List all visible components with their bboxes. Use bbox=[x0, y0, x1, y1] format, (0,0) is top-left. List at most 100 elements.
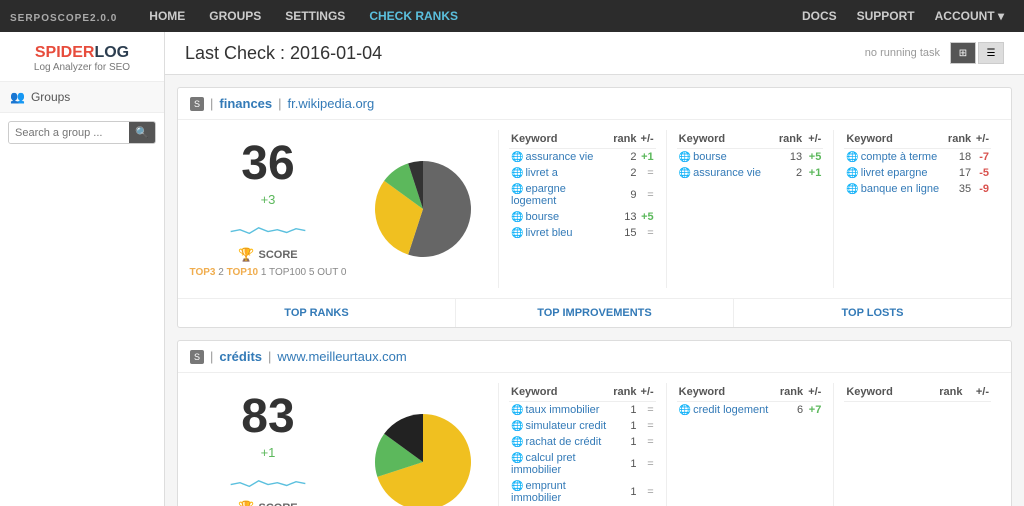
table-row: 🌐emprunt immobilier 1 = bbox=[509, 478, 656, 506]
header-right: no running task ⊞ ☰ bbox=[865, 42, 1004, 64]
nav-check-ranks[interactable]: CHECK RANKS bbox=[357, 0, 470, 32]
table-row: 🌐assurance vie 2 +1 bbox=[509, 149, 656, 166]
list-view-button[interactable]: ☰ bbox=[978, 42, 1004, 64]
nav-home[interactable]: HOME bbox=[137, 0, 197, 32]
nav-account[interactable]: ACCOUNT ▾ bbox=[925, 0, 1014, 32]
nav-support[interactable]: SUPPORT bbox=[847, 0, 925, 32]
rank-value: 15 bbox=[611, 225, 638, 241]
score-number: 83 bbox=[241, 393, 294, 441]
nav-docs[interactable]: DOCS bbox=[792, 0, 847, 32]
task-status: no running task bbox=[865, 47, 940, 59]
site-body: 83 +1 🏆 SCORE TOP3 5 TOP10 1 TOP100 0 OU… bbox=[178, 373, 1011, 506]
score-text: SCORE bbox=[259, 502, 298, 506]
kw-header2: Keyword bbox=[677, 383, 777, 402]
keyword-link[interactable]: compte à terme bbox=[861, 151, 937, 163]
keyword-link[interactable]: bourse bbox=[525, 211, 559, 223]
globe-icon: 🌐 bbox=[679, 152, 691, 163]
keyword-link[interactable]: assurance vie bbox=[525, 151, 593, 163]
delta-header2: +/- bbox=[805, 383, 823, 402]
delta-value: = bbox=[639, 225, 656, 241]
delta-value: +1 bbox=[804, 165, 823, 181]
delta-header: +/- bbox=[639, 130, 656, 149]
globe-icon: 🌐 bbox=[511, 228, 523, 239]
keyword-link[interactable]: bourse bbox=[693, 151, 727, 163]
score-text: SCORE bbox=[259, 249, 298, 261]
kw-col-losts: Keyword rank +/- bbox=[833, 383, 1001, 506]
rank-value: 1 bbox=[611, 450, 638, 478]
groups-label: Groups bbox=[31, 90, 70, 104]
rank-value: 1 bbox=[611, 434, 638, 450]
score-stats: TOP3 2 TOP10 1 TOP100 5 OUT 0 bbox=[190, 267, 347, 278]
top-losts-link[interactable]: TOP LOSTS bbox=[733, 299, 1011, 327]
improvements-table: Keyword rank +/- 🌐bourse 13 +5 🌐assuranc… bbox=[677, 130, 824, 181]
site-url[interactable]: fr.wikipedia.org bbox=[288, 96, 375, 111]
score-delta: +3 bbox=[261, 192, 276, 207]
table-row: 🌐bourse 13 +5 bbox=[677, 149, 824, 166]
right-links: DOCS SUPPORT ACCOUNT ▾ bbox=[792, 0, 1014, 32]
rank-header2: rank bbox=[776, 383, 805, 402]
delta-value: = bbox=[639, 418, 656, 434]
globe-icon: 🌐 bbox=[511, 437, 523, 448]
search-button[interactable]: 🔍 bbox=[129, 122, 155, 143]
rank-value: 13 bbox=[611, 209, 638, 225]
sidebar-logo: SPIDERLOG Log Analyzer for SEO bbox=[0, 32, 164, 82]
rank-value: 2 bbox=[611, 149, 638, 166]
table-row: 🌐epargne logement 9 = bbox=[509, 181, 656, 209]
delta-value: -7 bbox=[973, 149, 991, 166]
globe-icon: 🌐 bbox=[511, 481, 523, 492]
losts-table: Keyword rank +/- 🌐compte à terme 18 -7 🌐… bbox=[844, 130, 991, 197]
globe-icon: 🌐 bbox=[511, 152, 523, 163]
rank-value: 2 bbox=[611, 165, 638, 181]
keyword-link[interactable]: simulateur credit bbox=[525, 420, 606, 432]
grid-view-button[interactable]: ⊞ bbox=[950, 42, 976, 64]
view-toggle: ⊞ ☰ bbox=[950, 42, 1004, 64]
table-row: 🌐livret epargne 17 -5 bbox=[844, 165, 991, 181]
table-row: 🌐bourse 13 +5 bbox=[509, 209, 656, 225]
delta-value: = bbox=[639, 450, 656, 478]
kw-header2: Keyword bbox=[677, 130, 774, 149]
delta-value: +1 bbox=[639, 149, 656, 166]
losts-table: Keyword rank +/- bbox=[844, 383, 991, 402]
nav-settings[interactable]: SETTINGS bbox=[273, 0, 357, 32]
search-input[interactable] bbox=[9, 123, 129, 143]
rank-header3: rank bbox=[922, 383, 964, 402]
globe-icon: 🌐 bbox=[846, 184, 858, 195]
delta-header2: +/- bbox=[804, 130, 823, 149]
kw-header: Keyword bbox=[509, 383, 611, 402]
site-name[interactable]: finances bbox=[219, 96, 272, 111]
keyword-link[interactable]: livret epargne bbox=[861, 167, 928, 179]
site-footer: TOP RANKS TOP IMPROVEMENTS TOP LOSTS bbox=[178, 298, 1011, 327]
rank-value: 6 bbox=[776, 402, 805, 419]
kw-col-improvements: Keyword rank +/- 🌐credit logement 6 +7 bbox=[666, 383, 834, 506]
keyword-link[interactable]: assurance vie bbox=[693, 167, 761, 179]
top-ranks-link[interactable]: TOP RANKS bbox=[178, 299, 455, 327]
site-url[interactable]: www.meilleurtaux.com bbox=[277, 349, 406, 364]
keyword-link[interactable]: banque en ligne bbox=[861, 183, 939, 195]
delta-value: = bbox=[639, 165, 656, 181]
keyword-link[interactable]: livret a bbox=[525, 167, 557, 179]
nav-groups[interactable]: GROUPS bbox=[197, 0, 273, 32]
rank-header2: rank bbox=[774, 130, 805, 149]
delta-header: +/- bbox=[639, 383, 656, 402]
separator: | bbox=[210, 96, 213, 111]
site-body: 36 +3 🏆 SCORE TOP3 2 TOP10 1 TOP100 5 OU… bbox=[178, 120, 1011, 298]
top-improvements-link[interactable]: TOP IMPROVEMENTS bbox=[455, 299, 733, 327]
score-delta: +1 bbox=[261, 445, 276, 460]
delta-value: -5 bbox=[973, 165, 991, 181]
rank-value: 1 bbox=[611, 478, 638, 506]
pie-chart bbox=[358, 130, 488, 288]
keyword-link[interactable]: rachat de crédit bbox=[525, 436, 601, 448]
groups-button[interactable]: 👥 Groups bbox=[0, 82, 164, 113]
globe-icon: 🌐 bbox=[846, 168, 858, 179]
rank-value: 17 bbox=[945, 165, 973, 181]
site-favicon: S bbox=[190, 350, 204, 364]
keyword-link[interactable]: taux immobilier bbox=[525, 404, 599, 416]
rank-header: rank bbox=[611, 130, 638, 149]
table-row: 🌐assurance vie 2 +1 bbox=[677, 165, 824, 181]
rank-value: 9 bbox=[611, 181, 638, 209]
keyword-link[interactable]: livret bleu bbox=[525, 227, 572, 239]
delta-value: = bbox=[639, 478, 656, 506]
site-name[interactable]: crédits bbox=[219, 349, 262, 364]
keyword-link[interactable]: credit logement bbox=[693, 404, 768, 416]
improvements-table: Keyword rank +/- 🌐credit logement 6 +7 bbox=[677, 383, 824, 418]
